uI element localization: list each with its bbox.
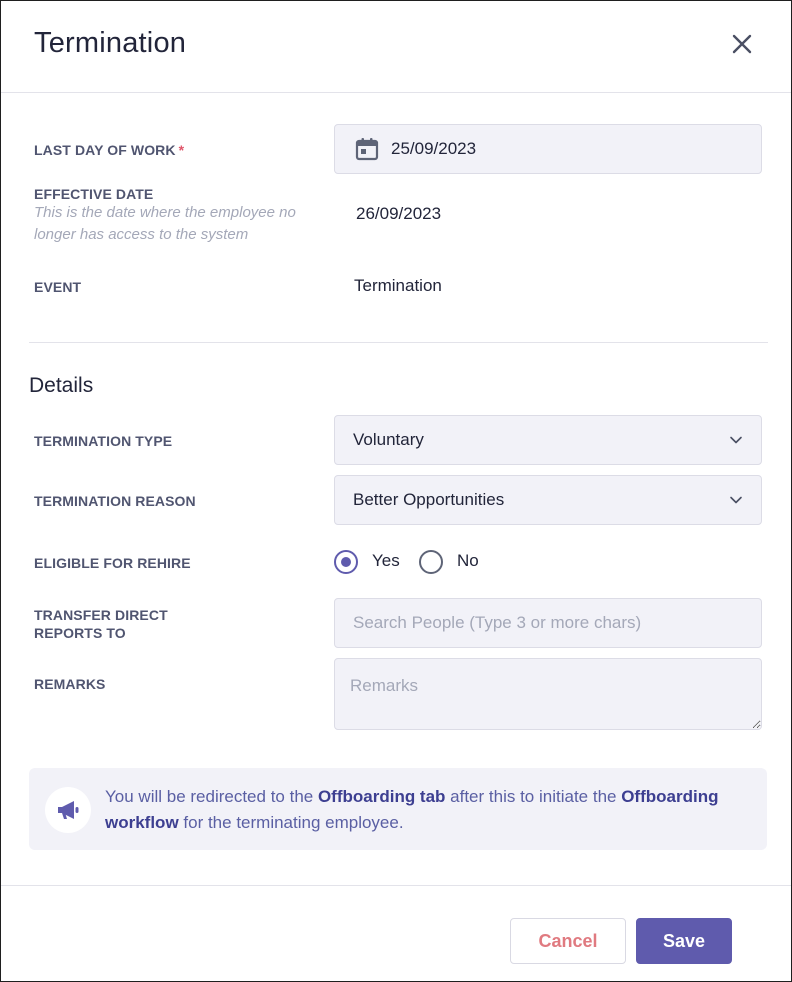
megaphone-icon [58,801,79,819]
effective-date-hint: This is the date where the employee no l… [34,204,296,243]
termination-reason-value: Better Opportunities [353,490,505,509]
transfer-label-line2: REPORTS TO [34,625,126,641]
dialog-title: Termination [34,27,187,59]
remarks-textarea[interactable] [334,658,762,730]
event-value: Termination [354,276,442,295]
termination-type-select[interactable]: Voluntary [334,415,762,465]
rehire-yes-radio[interactable] [334,550,358,574]
last-day-of-work-label: LAST DAY OF WORK * [34,142,185,158]
dialog-header: Termination [1,1,791,93]
rehire-yes-label[interactable]: Yes [372,551,400,571]
effective-date-label: EFFECTIVE DATE [34,186,154,202]
search-people-input[interactable] [334,598,762,648]
transfer-label-line1: TRANSFER DIRECT [34,607,168,623]
termination-type-value: Voluntary [353,430,424,449]
rehire-no-label[interactable]: No [457,551,479,571]
effective-date-value: 26/09/2023 [356,204,442,223]
calendar-icon [355,138,379,161]
chevron-down-icon [730,496,742,504]
offboarding-notice: You will be redirected to the Offboardin… [29,768,767,850]
transfer-direct-reports-label: TRANSFER DIRECT REPORTS TO [34,606,168,642]
footer-divider [1,885,791,886]
last-day-of-work-value: 25/09/2023 [391,139,477,158]
close-icon [732,34,752,54]
last-day-of-work-date-picker[interactable]: 25/09/2023 [334,124,762,174]
chevron-down-icon [730,436,742,444]
notice-text-part1: You will be redirected to the [105,787,318,806]
termination-reason-label: TERMINATION REASON [34,493,196,509]
notice-text-part3: for the terminating employee. [178,813,404,832]
close-button[interactable] [727,29,757,59]
notice-icon-container [45,787,91,833]
notice-text-part2: after this to initiate the [445,787,622,806]
rehire-no-radio[interactable] [419,550,443,574]
eligible-for-rehire-label: ELIGIBLE FOR REHIRE [34,555,191,571]
remarks-label: REMARKS [34,676,106,692]
cancel-button[interactable]: Cancel [510,918,626,964]
offboarding-tab-link: Offboarding tab [317,787,446,806]
section-divider [29,342,768,343]
termination-reason-select[interactable]: Better Opportunities [334,475,762,525]
event-label: EVENT [34,279,82,295]
save-button[interactable]: Save [636,918,732,964]
details-section-title: Details [29,374,94,397]
termination-dialog: Termination LAST DAY OF WORK * 25/09/2023… [0,0,792,982]
required-mark: * [178,142,185,158]
notice-text: You will be redirected to the Offboardin… [105,784,745,836]
termination-type-label: TERMINATION TYPE [34,433,173,449]
